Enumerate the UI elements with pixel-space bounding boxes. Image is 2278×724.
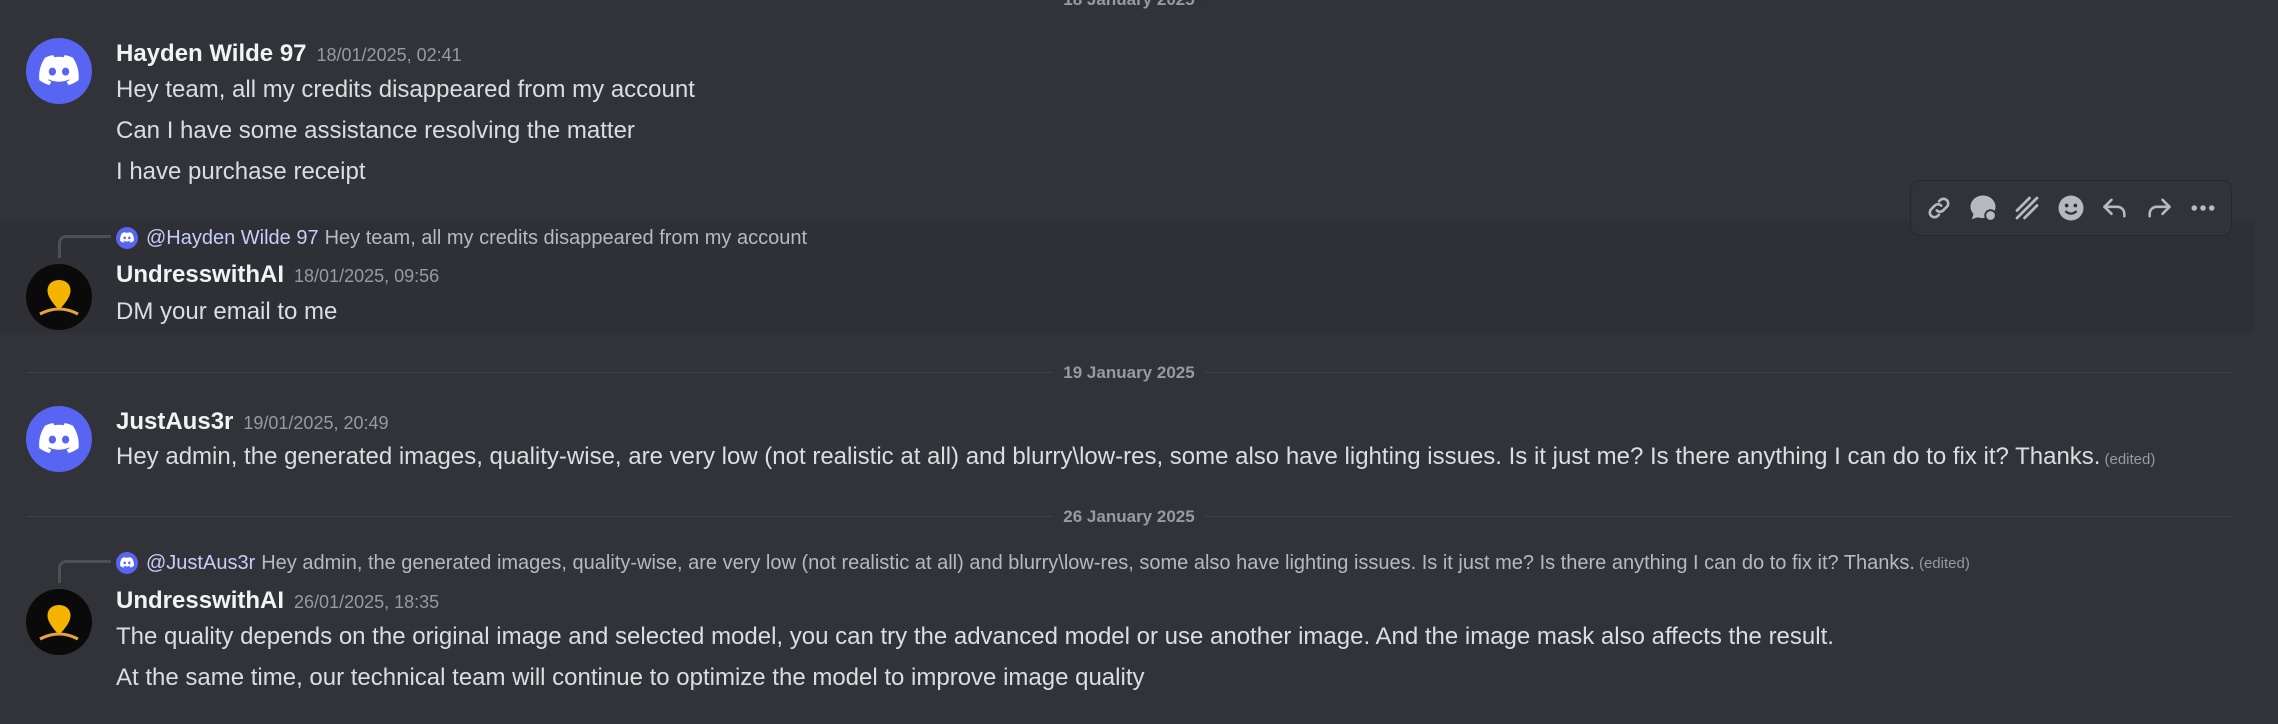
reply-spine (58, 560, 111, 583)
reply-spine (58, 235, 111, 258)
reply-text: Hey admin, the generated images, quality… (261, 551, 1915, 574)
reply-avatar (116, 552, 138, 574)
message-justaus3r[interactable]: JustAus3r 19/01/2025, 20:49 Hey admin, th… (0, 398, 2254, 478)
message-header: JustAus3r 19/01/2025, 20:49 (116, 408, 389, 436)
undresswithai-logo-icon (39, 605, 79, 641)
thread-icon[interactable] (1964, 189, 2002, 227)
message-actions-toolbar (1910, 180, 2232, 236)
boost-icon[interactable] (2008, 189, 2046, 227)
discord-logo-icon (39, 423, 79, 454)
avatar[interactable] (26, 589, 92, 655)
reply-preview[interactable]: @JustAus3r Hey admin, the generated imag… (116, 550, 1970, 576)
date-divider-label: 19 January 2025 (1053, 363, 1205, 383)
reply-text: Hey team, all my credits disappeared fro… (324, 226, 808, 249)
discord-logo-icon (39, 55, 79, 86)
message-hayden[interactable]: Hayden Wilde 97 18/01/2025, 02:41 Hey tea… (0, 30, 2254, 190)
message-text: Hey admin, the generated images, quality… (116, 443, 2155, 471)
discord-logo-icon (120, 557, 134, 568)
message-header: Hayden Wilde 97 18/01/2025, 02:41 (116, 40, 462, 68)
undresswithai-logo-icon (39, 280, 79, 316)
link-icon[interactable] (1920, 189, 1958, 227)
username[interactable]: JustAus3r (116, 408, 233, 435)
message-text: Can I have some assistance resolving the… (116, 117, 635, 144)
message-header: UndresswithAI 26/01/2025, 18:35 (116, 587, 439, 615)
avatar[interactable] (26, 264, 92, 330)
reply-preview[interactable]: @Hayden Wilde 97 Hey team, all my credit… (116, 225, 807, 251)
username[interactable]: UndresswithAI (116, 587, 284, 614)
timestamp[interactable]: 26/01/2025, 18:35 (294, 592, 439, 612)
timestamp[interactable]: 18/01/2025, 09:56 (294, 266, 439, 286)
date-divider-label: 26 January 2025 (1053, 507, 1205, 527)
emoji-icon[interactable] (2052, 189, 2090, 227)
date-divider: 19 January 2025 (26, 363, 2232, 383)
message-text: I have purchase receipt (116, 158, 366, 185)
discord-logo-icon (120, 232, 134, 243)
timestamp[interactable]: 18/01/2025, 02:41 (317, 45, 462, 65)
message-text: At the same time, our technical team wil… (116, 664, 1145, 691)
avatar[interactable] (26, 38, 92, 104)
message-undress-reply-2[interactable]: @JustAus3r Hey admin, the generated imag… (0, 546, 2254, 718)
avatar[interactable] (26, 406, 92, 472)
date-divider-label: 18 January 2025 (1053, 0, 1205, 10)
edited-label: (edited) (2104, 451, 2156, 468)
timestamp[interactable]: 19/01/2025, 20:49 (243, 413, 388, 433)
message-header: UndresswithAI 18/01/2025, 09:56 (116, 261, 439, 289)
edited-label: (edited) (1918, 554, 1970, 572)
message-text: Hey team, all my credits disappeared fro… (116, 76, 695, 103)
username[interactable]: UndresswithAI (116, 261, 284, 288)
date-divider: 26 January 2025 (26, 507, 2232, 527)
username[interactable]: Hayden Wilde 97 (116, 40, 307, 67)
message-text: DM your email to me (116, 298, 338, 325)
reply-icon[interactable] (2096, 189, 2134, 227)
reply-mention[interactable]: @JustAus3r (146, 552, 255, 575)
message-text: The quality depends on the original imag… (116, 623, 1834, 650)
message-text-content: Hey admin, the generated images, quality… (116, 443, 2101, 470)
more-icon[interactable] (2184, 189, 2222, 227)
reply-mention[interactable]: @Hayden Wilde 97 (146, 227, 319, 250)
message-undress-reply-1[interactable]: @Hayden Wilde 97 Hey team, all my credit… (0, 221, 2254, 333)
reply-avatar (116, 227, 138, 249)
forward-icon[interactable] (2140, 189, 2178, 227)
